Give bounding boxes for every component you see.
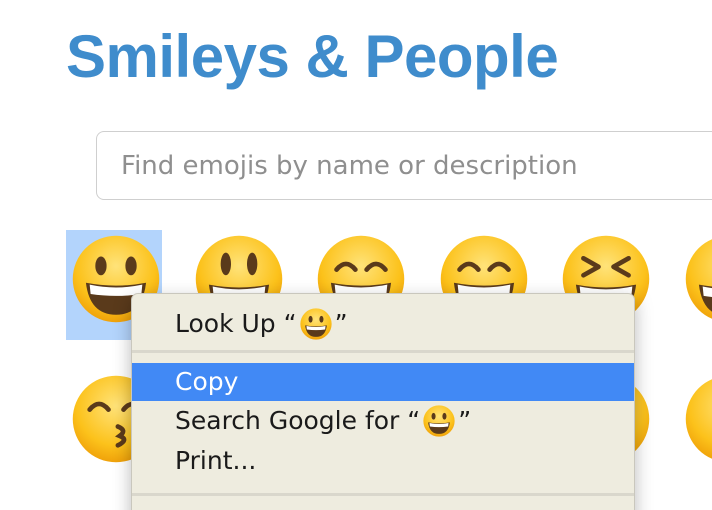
search-google-label-prefix: Search Google for “ (175, 406, 421, 435)
search-input[interactable] (96, 131, 712, 200)
emoji-partial[interactable] (679, 370, 712, 480)
menu-item-copy[interactable]: Copy (132, 363, 634, 401)
menu-item-search-google[interactable]: Search Google for “ ” (132, 401, 634, 441)
menu-separator (132, 350, 634, 353)
partial-emoji-icon (685, 379, 712, 459)
search-google-label-suffix: ” (458, 406, 472, 435)
partial-emoji-icon (685, 239, 712, 319)
grinning-face-icon (422, 404, 456, 438)
menu-separator (132, 493, 634, 496)
menu-item-look-up[interactable]: Look Up “ ” (132, 304, 634, 344)
look-up-label-prefix: Look Up “ (175, 309, 297, 338)
grinning-face-icon (299, 307, 333, 341)
emoji-partial[interactable] (679, 230, 712, 340)
emoji-page: Smileys & People Find emojis by name or … (0, 0, 712, 510)
page-title: Smileys & People (66, 23, 559, 90)
menu-item-print[interactable]: Print... (132, 441, 634, 481)
look-up-label-suffix: ” (334, 309, 348, 338)
context-menu: Look Up “ ” Copy Search Google for “ ” P… (131, 293, 635, 510)
